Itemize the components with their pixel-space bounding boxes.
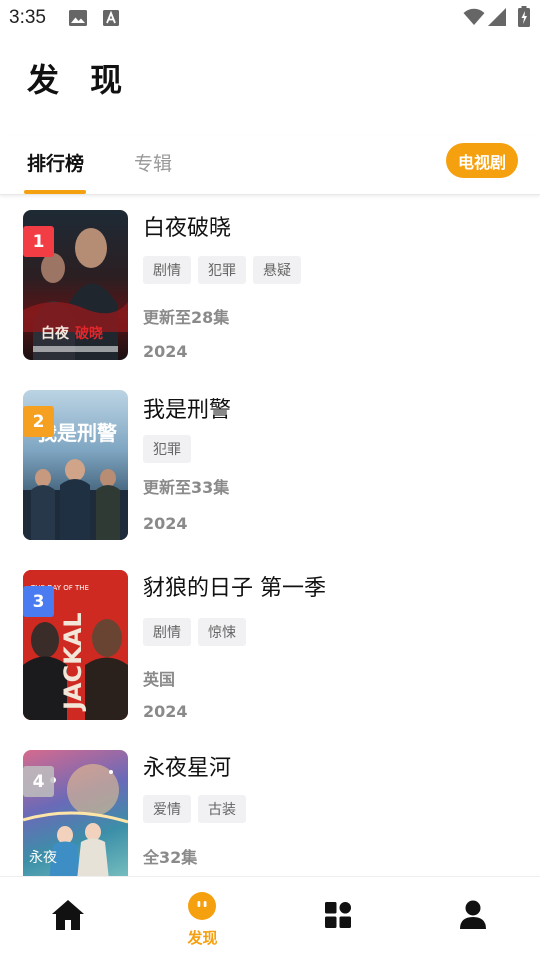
rank-badge: 1: [23, 226, 54, 257]
font-a-icon: [103, 10, 119, 26]
status-bar: 3:35: [0, 0, 540, 36]
rank-badge: 2: [23, 406, 54, 437]
list-item[interactable]: THE DAY OF THE JACKAL 3 豺狼的日子 第一季 剧情 惊悚 …: [0, 570, 540, 721]
nav-home[interactable]: [0, 877, 135, 960]
category-chip-tv-series[interactable]: 电视剧: [446, 143, 518, 178]
nav-discover[interactable]: 发现: [135, 877, 270, 960]
svg-text:白夜: 白夜: [41, 325, 70, 342]
genre-tag: 惊悚: [198, 618, 246, 646]
list-item[interactable]: 白夜 破晓 1 白夜破晓 剧情 犯罪 悬疑 更新至28集 2024: [0, 210, 540, 361]
genre-tag: 犯罪: [198, 256, 246, 284]
tab-ranking[interactable]: 排行榜: [27, 149, 84, 176]
episode-status: 更新至28集: [143, 308, 230, 327]
release-year: 2024: [143, 514, 188, 533]
genre-tag: 剧情: [143, 618, 191, 646]
svg-text:JACKAL: JACKAL: [59, 612, 87, 712]
ranking-list: 白夜 破晓 1 白夜破晓 剧情 犯罪 悬疑 更新至28集 2024 我是刑警 2…: [0, 196, 540, 876]
tag-list: 犯罪: [143, 435, 191, 463]
tag-list: 剧情 惊悚: [143, 618, 246, 646]
genre-tag: 悬疑: [253, 256, 301, 284]
signal-icon: [488, 8, 506, 26]
discover-icon: [188, 892, 216, 920]
release-year: 2024: [143, 342, 188, 361]
nav-profile[interactable]: [405, 877, 540, 960]
battery-icon: [518, 6, 530, 27]
svg-text:破晓: 破晓: [75, 325, 103, 342]
release-year: 2024: [143, 702, 188, 721]
tab-albums[interactable]: 专辑: [134, 149, 172, 176]
show-title: 永夜星河: [143, 756, 232, 781]
tab-bar: 排行榜 专辑 电视剧: [0, 135, 540, 195]
show-title: 白夜破晓: [143, 216, 232, 241]
rank-badge: 4: [23, 766, 54, 797]
user-icon: [460, 900, 486, 929]
status-time: 3:35: [9, 7, 46, 28]
show-title: 豺狼的日子 第一季: [143, 576, 326, 601]
svg-text:永夜: 永夜: [29, 850, 57, 866]
nav-categories[interactable]: [270, 877, 405, 960]
home-icon: [52, 900, 84, 930]
rank-badge: 3: [23, 586, 54, 617]
nav-discover-label: 发现: [187, 929, 218, 947]
tab-active-indicator: [24, 190, 86, 194]
tag-list: 剧情 犯罪 悬疑: [143, 256, 301, 284]
tag-list: 爱情 古装: [143, 795, 246, 823]
genre-tag: 古装: [198, 795, 246, 823]
page-title: 发 现: [27, 61, 133, 99]
region: 英国: [143, 670, 176, 689]
show-title: 我是刑警: [143, 398, 232, 423]
genre-tag: 爱情: [143, 795, 191, 823]
episode-status: 更新至33集: [143, 478, 230, 497]
bottom-nav: 发现: [0, 876, 540, 960]
grid-icon: [325, 902, 351, 928]
image-icon: [69, 10, 87, 26]
wifi-icon: [463, 8, 485, 25]
list-item[interactable]: 我是刑警 2 我是刑警 犯罪 更新至33集 2024: [0, 390, 540, 540]
episode-status: 全32集: [143, 848, 198, 867]
genre-tag: 犯罪: [143, 435, 191, 463]
genre-tag: 剧情: [143, 256, 191, 284]
list-item[interactable]: 永夜 4 永夜星河 爱情 古装 全32集: [0, 750, 540, 876]
